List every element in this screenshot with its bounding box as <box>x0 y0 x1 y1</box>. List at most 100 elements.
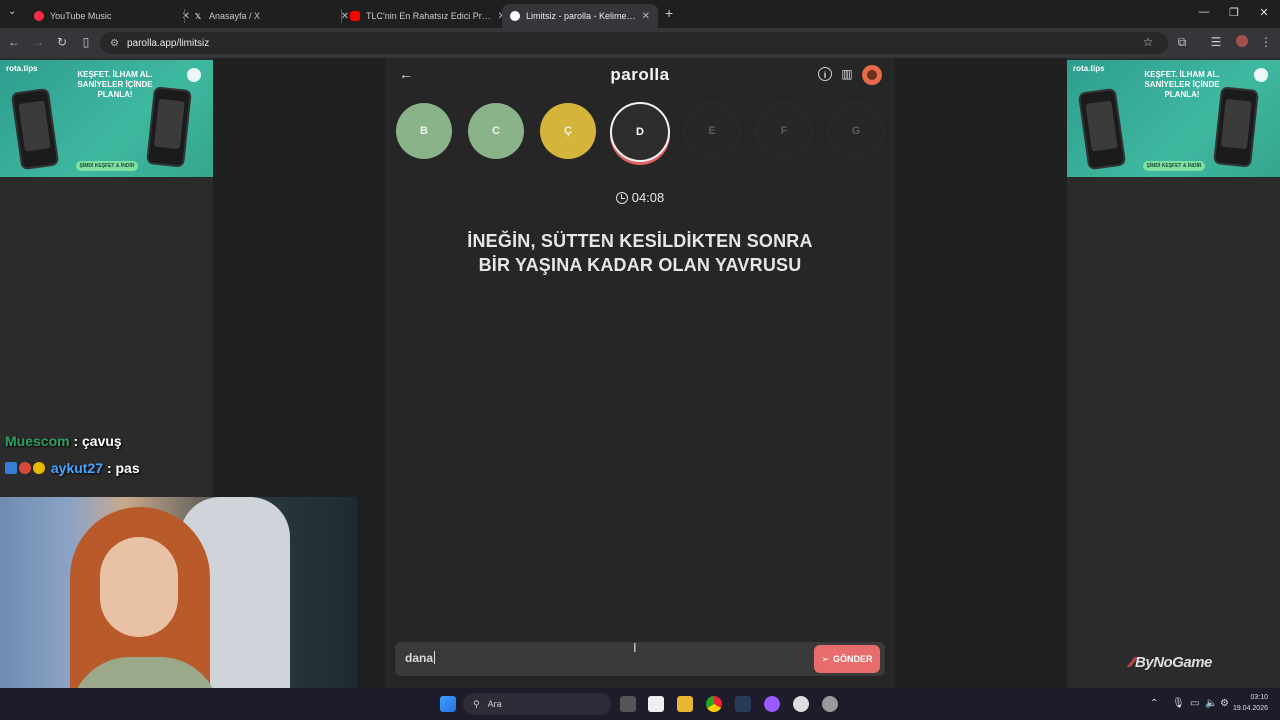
browser-toolbar: ← → ↻ ▯ ⚙ parolla.app/limitsiz ☆ ⧉ ☰ ⋮ <box>0 28 1280 58</box>
url-text: parolla.app/limitsiz <box>126 37 210 49</box>
tab-title: TLC'nin En Rahatsız Edici Progr... <box>366 11 494 21</box>
webcam-feed <box>0 497 357 720</box>
clock[interactable]: 03:10 19.04.2026 <box>1233 692 1268 714</box>
taskbar-search[interactable]: ⚲ Ara <box>463 693 611 715</box>
search-placeholder: Ara <box>487 699 502 709</box>
windows-taskbar: ⚲ Ara ⌃ 🎙 ▭ 🔈 ⚙ 03:10 19.04.2026 <box>0 688 1280 720</box>
ad-cta-button[interactable]: ŞİMDİ KEŞFET & İNDİR <box>1143 161 1205 171</box>
ad-brand: rota.tips <box>1073 64 1105 73</box>
phone-image <box>1213 86 1259 168</box>
ad-badge-icon <box>187 68 201 82</box>
chat-username: Muescom <box>5 433 70 449</box>
task-view-icon[interactable] <box>620 696 636 712</box>
tab-x[interactable]: 𝕏 Anasayfa / X ✕ <box>185 4 357 28</box>
tab-parolla[interactable]: Limitsiz - parolla - Kelime oyunu ✕ <box>502 4 658 28</box>
ad-badge-icon <box>1254 68 1268 82</box>
letter-circle-e: E <box>684 103 740 159</box>
send-button[interactable]: ➢ GÖNDER <box>814 645 880 673</box>
advertisement-left[interactable]: rota.tips KEŞFET. İLHAM AL. SANİYELER İÇ… <box>0 60 213 177</box>
ad-cta-button[interactable]: ŞİMDİ KEŞFET & İNDİR <box>76 161 138 171</box>
chat-text: : çavuş <box>73 433 122 449</box>
letter-circle-c: C <box>468 103 524 159</box>
question-line: BİR YAŞINA KADAR OLAN YAVRUSU <box>478 255 802 275</box>
clock-icon <box>615 192 628 204</box>
timer-value: 04:08 <box>631 190 665 205</box>
close-window-icon[interactable]: ✕ <box>1254 6 1274 19</box>
new-tab-button[interactable]: + <box>665 5 673 21</box>
game-header: ← parolla i ▥ <box>385 58 895 92</box>
file-explorer-icon[interactable] <box>677 696 693 712</box>
text-cursor-icon: I <box>633 640 637 655</box>
tab-strip: ⌄ YouTube Music ✕ 𝕏 Anasayfa / X ✕ TLC'n… <box>0 0 1280 28</box>
chat-text: : pas <box>106 460 140 476</box>
reload-icon[interactable]: ↻ <box>54 35 70 49</box>
maximize-icon[interactable]: ❐ <box>1224 6 1244 19</box>
streamer-watermark: ⁄⁄ByNoGame <box>1130 654 1212 671</box>
tab-title: Anasayfa / X <box>209 11 261 21</box>
tab-menu-icon[interactable]: ☰ <box>1208 35 1224 49</box>
parolla-icon <box>510 11 520 21</box>
search-icon: ⚲ <box>473 698 480 709</box>
tab-youtube-video[interactable]: TLC'nin En Rahatsız Edici Progr... ✕ <box>342 4 514 28</box>
watermark-text: ByNoGame <box>1135 654 1212 671</box>
timer: 04:08 <box>385 190 895 205</box>
tab-search-icon[interactable]: ⌄ <box>8 6 16 17</box>
close-tab-icon[interactable]: ✕ <box>642 11 650 22</box>
tray-chevron-icon[interactable]: ⌃ <box>1150 698 1158 709</box>
tab-title: Limitsiz - parolla - Kelime oyunu <box>526 11 638 21</box>
steam-icon[interactable] <box>735 696 751 712</box>
ad-brand: rota.tips <box>6 64 38 73</box>
volume-icon[interactable]: 🔈 <box>1205 698 1217 709</box>
chat-message: aykut27 : pas <box>5 460 140 476</box>
settings-icon[interactable] <box>822 696 838 712</box>
bookmark-star-icon[interactable]: ☆ <box>1140 35 1156 49</box>
forward-arrow-icon[interactable]: → <box>30 35 46 49</box>
phone-image <box>146 86 192 168</box>
letter-circle-cedilla: Ç <box>540 103 596 159</box>
watermark-logo-icon: ⁄⁄ <box>1130 654 1135 671</box>
send-label: GÖNDER <box>833 654 873 664</box>
app-icon[interactable] <box>764 696 780 712</box>
app-icon[interactable] <box>793 696 809 712</box>
windows-start-icon[interactable] <box>440 696 456 712</box>
clock-time: 03:10 <box>1250 694 1268 701</box>
send-icon: ➢ <box>821 653 830 664</box>
store-icon[interactable] <box>648 696 664 712</box>
tab-title: YouTube Music <box>50 11 112 21</box>
chat-message: Muescom : çavuş <box>5 433 122 449</box>
phone-image <box>1077 87 1127 171</box>
x-logo-icon: 𝕏 <box>194 11 202 21</box>
letter-circle-current: D <box>610 102 670 162</box>
minimize-icon[interactable]: — <box>1194 6 1214 18</box>
side-panel-icon[interactable]: ▯ <box>78 35 94 49</box>
badge-icon <box>19 462 31 474</box>
tab-youtube-music[interactable]: YouTube Music ✕ <box>26 4 198 28</box>
user-avatar[interactable] <box>862 65 882 85</box>
profile-avatar[interactable] <box>1234 35 1250 50</box>
extensions-icon[interactable]: ⧉ <box>1174 35 1190 50</box>
microphone-icon[interactable]: 🎙 <box>1172 698 1185 709</box>
info-icon[interactable]: i <box>818 67 832 81</box>
clock-date: 19.04.2026 <box>1232 705 1268 712</box>
letter-circle-g: G <box>828 103 884 159</box>
site-info-icon[interactable]: ⚙ <box>110 38 119 49</box>
game-panel: ← parolla i ▥ B C Ç D E F G 04:08 İNEĞİN… <box>385 58 895 688</box>
back-arrow-icon[interactable]: ← <box>6 35 22 49</box>
advertisement-right[interactable]: rota.tips KEŞFET. İLHAM AL. SANİYELER İÇ… <box>1067 60 1280 177</box>
answer-input-value[interactable]: dana <box>405 651 435 665</box>
chat-username: aykut27 <box>50 460 104 476</box>
phone-image <box>10 87 60 171</box>
answer-input[interactable]: dana ➢ GÖNDER <box>395 642 885 676</box>
youtube-icon <box>350 11 360 21</box>
youtube-music-icon <box>34 11 44 21</box>
address-bar[interactable]: ⚙ parolla.app/limitsiz <box>100 32 1168 54</box>
question-text: İNEĞİN, SÜTTEN KESİLDİKTEN SONRA BİR YAŞ… <box>415 229 865 277</box>
question-line: İNEĞİN, SÜTTEN KESİLDİKTEN SONRA <box>467 231 813 251</box>
battery-icon[interactable]: ⚙ <box>1220 698 1229 709</box>
chrome-icon[interactable] <box>706 696 722 712</box>
badge-icon <box>33 462 45 474</box>
letter-circle-b: B <box>396 103 452 159</box>
stats-icon[interactable]: ▥ <box>840 67 854 81</box>
network-icon[interactable]: ▭ <box>1190 698 1199 709</box>
more-menu-icon[interactable]: ⋮ <box>1258 35 1274 49</box>
